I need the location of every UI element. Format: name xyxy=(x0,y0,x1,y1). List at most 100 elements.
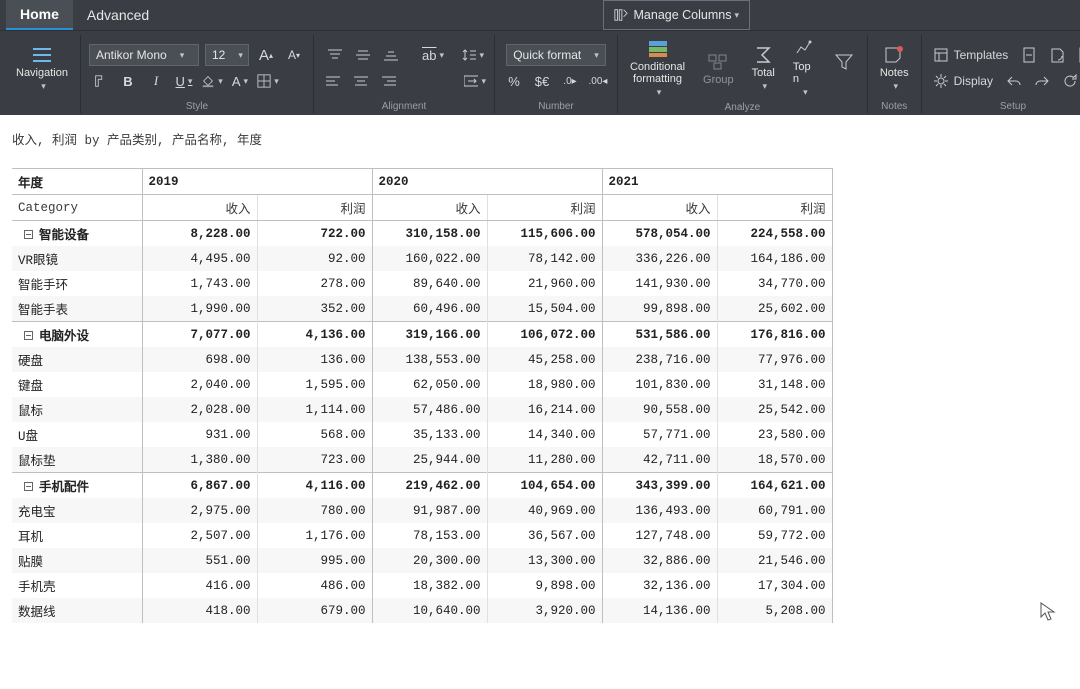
cell-value[interactable]: 89,640.00 xyxy=(372,271,487,296)
cell-value[interactable]: 40,969.00 xyxy=(487,498,602,523)
decrease-decimal-button[interactable]: .00◂ xyxy=(587,70,609,92)
cell-value[interactable]: 995.00 xyxy=(257,548,372,573)
cell-value[interactable]: 106,072.00 xyxy=(487,322,602,348)
group-button[interactable]: Group xyxy=(699,50,738,88)
cell-value[interactable]: 219,462.00 xyxy=(372,473,487,499)
collapse-icon[interactable] xyxy=(24,331,33,340)
cell-value[interactable]: 310,158.00 xyxy=(372,221,487,247)
merge-button[interactable]: ▾ xyxy=(464,70,486,92)
cell-value[interactable]: 141,930.00 xyxy=(602,271,717,296)
cell-value[interactable]: 20,300.00 xyxy=(372,548,487,573)
increase-decimal-button[interactable]: .0▸ xyxy=(559,70,581,92)
cell-value[interactable]: 6,867.00 xyxy=(142,473,257,499)
cell-value[interactable]: 78,153.00 xyxy=(372,523,487,548)
collapse-icon[interactable] xyxy=(24,230,33,239)
row-label[interactable]: 鼠标 xyxy=(12,397,142,422)
page-flip-button[interactable] xyxy=(1046,44,1068,66)
redo-button[interactable] xyxy=(1031,70,1053,92)
cell-value[interactable]: 36,567.00 xyxy=(487,523,602,548)
refresh-button[interactable] xyxy=(1059,70,1080,92)
cell-value[interactable]: 8,228.00 xyxy=(142,221,257,247)
page-prev-button[interactable] xyxy=(1018,44,1040,66)
align-left-button[interactable] xyxy=(322,70,344,92)
cell-value[interactable]: 352.00 xyxy=(257,296,372,322)
cell-value[interactable]: 568.00 xyxy=(257,422,372,447)
cell-value[interactable]: 21,546.00 xyxy=(717,548,832,573)
cell-value[interactable]: 62,050.00 xyxy=(372,372,487,397)
underline-button[interactable]: U▾ xyxy=(173,70,195,92)
year-header[interactable]: 2020 xyxy=(372,169,602,195)
cell-value[interactable]: 5,208.00 xyxy=(717,598,832,623)
cell-value[interactable]: 15,504.00 xyxy=(487,296,602,322)
cell-value[interactable]: 32,136.00 xyxy=(602,573,717,598)
currency-button[interactable]: $€ xyxy=(531,70,553,92)
cell-value[interactable]: 723.00 xyxy=(257,447,372,473)
increase-font-button[interactable]: A▴ xyxy=(255,44,277,66)
cell-value[interactable]: 101,830.00 xyxy=(602,372,717,397)
cell-value[interactable]: 2,028.00 xyxy=(142,397,257,422)
cell-value[interactable]: 164,621.00 xyxy=(717,473,832,499)
cell-value[interactable]: 17,304.00 xyxy=(717,573,832,598)
cell-value[interactable]: 136,493.00 xyxy=(602,498,717,523)
conditional-formatting-button[interactable]: Conditional formatting▾ xyxy=(626,37,689,100)
row-label[interactable]: VR眼镜 xyxy=(12,246,142,271)
measure-header[interactable]: 利润 xyxy=(717,195,832,221)
measure-header[interactable]: 收入 xyxy=(372,195,487,221)
cell-value[interactable]: 92.00 xyxy=(257,246,372,271)
cell-value[interactable]: 45,258.00 xyxy=(487,347,602,372)
pivot-table[interactable]: 年度201920202021Category收入利润收入利润收入利润智能设备8,… xyxy=(12,168,833,623)
notes-button[interactable]: Notes▾ xyxy=(876,43,913,94)
cell-value[interactable]: 138,553.00 xyxy=(372,347,487,372)
cell-value[interactable]: 722.00 xyxy=(257,221,372,247)
cell-value[interactable]: 1,114.00 xyxy=(257,397,372,422)
cell-value[interactable]: 531,586.00 xyxy=(602,322,717,348)
cell-value[interactable]: 25,602.00 xyxy=(717,296,832,322)
measure-header[interactable]: 收入 xyxy=(602,195,717,221)
cell-value[interactable]: 21,960.00 xyxy=(487,271,602,296)
fill-color-button[interactable]: ▾ xyxy=(201,70,223,92)
cell-value[interactable]: 78,142.00 xyxy=(487,246,602,271)
cell-value[interactable]: 578,054.00 xyxy=(602,221,717,247)
cell-value[interactable]: 2,040.00 xyxy=(142,372,257,397)
cell-value[interactable]: 60,791.00 xyxy=(717,498,832,523)
cell-value[interactable]: 3,920.00 xyxy=(487,598,602,623)
cell-value[interactable]: 2,975.00 xyxy=(142,498,257,523)
cell-value[interactable]: 416.00 xyxy=(142,573,257,598)
cell-value[interactable]: 10,640.00 xyxy=(372,598,487,623)
total-button[interactable]: Total▾ xyxy=(748,43,779,94)
cell-value[interactable]: 57,486.00 xyxy=(372,397,487,422)
cell-value[interactable]: 4,136.00 xyxy=(257,322,372,348)
row-label[interactable]: 硬盘 xyxy=(12,347,142,372)
cell-value[interactable]: 931.00 xyxy=(142,422,257,447)
cell-value[interactable]: 7,077.00 xyxy=(142,322,257,348)
cell-value[interactable]: 13,300.00 xyxy=(487,548,602,573)
bold-button[interactable]: B xyxy=(117,70,139,92)
tab-home[interactable]: Home xyxy=(6,0,73,30)
cell-value[interactable]: 18,382.00 xyxy=(372,573,487,598)
cell-value[interactable]: 160,022.00 xyxy=(372,246,487,271)
cell-value[interactable]: 11,280.00 xyxy=(487,447,602,473)
cell-value[interactable]: 1,743.00 xyxy=(142,271,257,296)
row-label[interactable]: 智能手环 xyxy=(12,271,142,296)
group-row-label[interactable]: 电脑外设 xyxy=(12,322,142,348)
align-right-button[interactable] xyxy=(378,70,400,92)
collapse-icon[interactable] xyxy=(24,482,33,491)
cell-value[interactable]: 4,495.00 xyxy=(142,246,257,271)
row-label[interactable]: 智能手表 xyxy=(12,296,142,322)
cell-value[interactable]: 1,595.00 xyxy=(257,372,372,397)
cell-value[interactable]: 18,570.00 xyxy=(717,447,832,473)
font-size-select[interactable]: 12▾ xyxy=(205,44,249,66)
topn-button[interactable]: Top n▾ xyxy=(789,37,819,100)
align-middle-button[interactable] xyxy=(352,44,374,66)
percent-button[interactable]: % xyxy=(503,70,525,92)
navigation-button[interactable]: Navigation ▾ xyxy=(12,43,72,94)
cell-value[interactable]: 16,214.00 xyxy=(487,397,602,422)
manage-columns-button[interactable]: Manage Columns▾ xyxy=(603,0,751,30)
cell-value[interactable]: 57,771.00 xyxy=(602,422,717,447)
row-label[interactable]: U盘 xyxy=(12,422,142,447)
cell-value[interactable]: 115,606.00 xyxy=(487,221,602,247)
templates-button[interactable]: Templates xyxy=(930,44,1013,66)
cell-value[interactable]: 2,507.00 xyxy=(142,523,257,548)
cell-value[interactable]: 238,716.00 xyxy=(602,347,717,372)
row-label[interactable]: 鼠标垫 xyxy=(12,447,142,473)
